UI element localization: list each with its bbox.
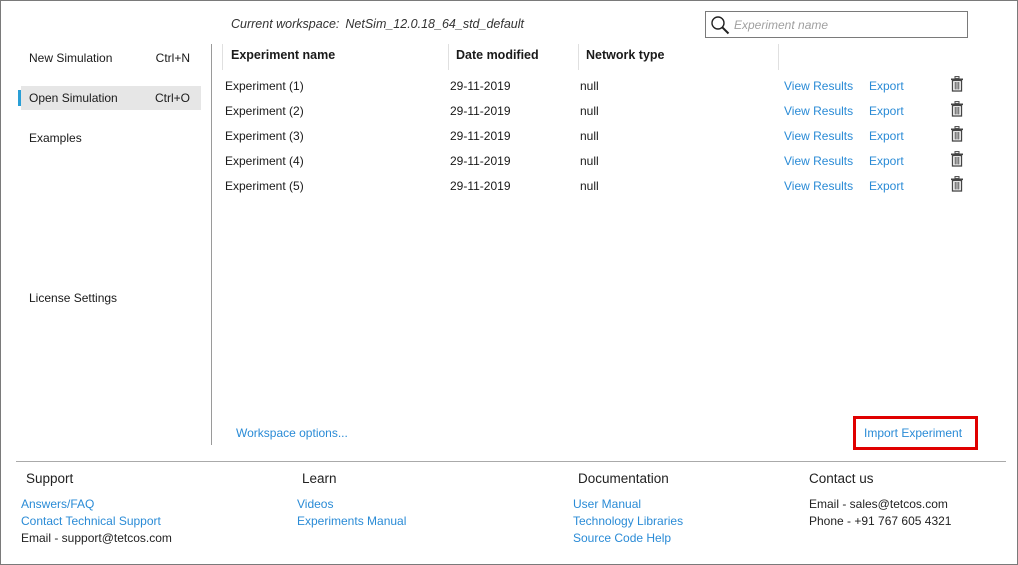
- footer-learn-title: Learn: [302, 471, 337, 486]
- network-type-cell: null: [580, 154, 599, 168]
- delete-trash-icon[interactable]: [950, 126, 964, 142]
- workspace-name: NetSim_12.0.18_64_std_default: [345, 17, 524, 31]
- videos-link[interactable]: Videos: [297, 497, 333, 511]
- support-email-text: Email - support@tetcos.com: [21, 531, 172, 545]
- experiment-name-cell: Experiment (3): [225, 129, 304, 143]
- table-row[interactable]: Experiment (5) 29-11-2019 null View Resu…: [212, 174, 1002, 199]
- sidebar-item-label: New Simulation: [29, 51, 113, 65]
- workspace-options-link[interactable]: Workspace options...: [236, 426, 348, 440]
- sidebar-item-label: Open Simulation: [29, 91, 118, 105]
- table-row[interactable]: Experiment (4) 29-11-2019 null View Resu…: [212, 149, 1002, 174]
- current-workspace: Current workspace: NetSim_12.0.18_64_std_…: [231, 17, 530, 31]
- column-separator: [778, 44, 779, 70]
- delete-trash-icon[interactable]: [950, 151, 964, 167]
- experiment-name-cell: Experiment (2): [225, 104, 304, 118]
- date-modified-cell: 29-11-2019: [450, 129, 511, 143]
- view-results-link[interactable]: View Results: [784, 129, 853, 143]
- view-results-link[interactable]: View Results: [784, 179, 853, 193]
- footer-contact-title: Contact us: [809, 471, 874, 486]
- column-header-date-modified[interactable]: Date modified: [456, 48, 539, 62]
- export-link[interactable]: Export: [869, 79, 904, 93]
- network-type-cell: null: [580, 104, 599, 118]
- column-separator: [448, 44, 449, 70]
- sidebar-item-label: Examples: [29, 131, 82, 145]
- sidebar-item-examples[interactable]: Examples: [21, 126, 201, 150]
- column-separator: [222, 44, 223, 70]
- experiments-manual-link[interactable]: Experiments Manual: [297, 514, 406, 528]
- export-link[interactable]: Export: [869, 179, 904, 193]
- column-header-experiment-name[interactable]: Experiment name: [231, 48, 335, 62]
- export-link[interactable]: Export: [869, 104, 904, 118]
- sidebar-item-new-simulation[interactable]: New Simulation Ctrl+N: [21, 46, 201, 70]
- search-box[interactable]: [705, 11, 968, 38]
- view-results-link[interactable]: View Results: [784, 104, 853, 118]
- experiment-name-cell: Experiment (5): [225, 179, 304, 193]
- sidebar-item-license-settings[interactable]: License Settings: [21, 286, 201, 310]
- sidebar-item-open-simulation[interactable]: Open Simulation Ctrl+O: [18, 86, 201, 110]
- export-link[interactable]: Export: [869, 129, 904, 143]
- view-results-link[interactable]: View Results: [784, 154, 853, 168]
- date-modified-cell: 29-11-2019: [450, 179, 511, 193]
- export-link[interactable]: Export: [869, 154, 904, 168]
- date-modified-cell: 29-11-2019: [450, 104, 511, 118]
- footer-support-title: Support: [26, 471, 74, 486]
- answers-faq-link[interactable]: Answers/FAQ: [21, 497, 94, 511]
- technology-libraries-link[interactable]: Technology Libraries: [573, 514, 683, 528]
- search-icon: [711, 16, 730, 35]
- date-modified-cell: 29-11-2019: [450, 154, 511, 168]
- network-type-cell: null: [580, 79, 599, 93]
- table-row[interactable]: Experiment (2) 29-11-2019 null View Resu…: [212, 99, 1002, 124]
- delete-trash-icon[interactable]: [950, 76, 964, 92]
- date-modified-cell: 29-11-2019: [450, 79, 511, 93]
- view-results-link[interactable]: View Results: [784, 79, 853, 93]
- phone-text: Phone - +91 767 605 4321: [809, 514, 952, 528]
- sales-email-text: Email - sales@tetcos.com: [809, 497, 948, 511]
- network-type-cell: null: [580, 179, 599, 193]
- delete-trash-icon[interactable]: [950, 176, 964, 192]
- column-separator: [578, 44, 579, 70]
- workspace-label: Current workspace:: [231, 17, 340, 31]
- search-input[interactable]: [734, 16, 959, 33]
- sidebar-item-shortcut: Ctrl+O: [154, 91, 190, 105]
- contact-technical-support-link[interactable]: Contact Technical Support: [21, 514, 161, 528]
- network-type-cell: null: [580, 129, 599, 143]
- delete-trash-icon[interactable]: [950, 101, 964, 117]
- table-row[interactable]: Experiment (1) 29-11-2019 null View Resu…: [212, 74, 1002, 99]
- footer-documentation-title: Documentation: [578, 471, 669, 486]
- sidebar-item-label: License Settings: [29, 291, 118, 305]
- source-code-help-link[interactable]: Source Code Help: [573, 531, 671, 545]
- experiment-name-cell: Experiment (4): [225, 154, 304, 168]
- experiment-name-cell: Experiment (1): [225, 79, 304, 93]
- column-header-network-type[interactable]: Network type: [586, 48, 665, 62]
- footer-divider: [16, 461, 1006, 462]
- sidebar-item-shortcut: Ctrl+N: [155, 51, 190, 65]
- active-indicator: [18, 90, 21, 106]
- import-experiment-link[interactable]: Import Experiment: [864, 426, 962, 440]
- table-row[interactable]: Experiment (3) 29-11-2019 null View Resu…: [212, 124, 1002, 149]
- user-manual-link[interactable]: User Manual: [573, 497, 641, 511]
